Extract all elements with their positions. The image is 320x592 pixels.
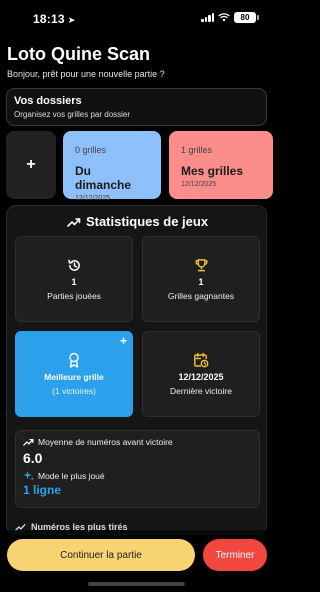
plus-icon[interactable]: +	[120, 334, 127, 348]
signal-icon	[201, 13, 214, 22]
trending-up-icon	[23, 439, 34, 446]
stats-panel: Statistiques de jeux 1 Parties jouées 1 …	[6, 205, 267, 535]
games-played-label: Parties jouées	[47, 291, 101, 301]
status-time-text: 18:13	[33, 12, 65, 26]
games-played-value: 1	[71, 277, 77, 287]
wifi-icon	[218, 13, 230, 22]
trending-up-icon	[67, 217, 81, 227]
winning-grids-value: 1	[198, 277, 204, 287]
end-game-button[interactable]: Terminer	[203, 539, 267, 571]
last-victory-label: Dernière victoire	[170, 386, 232, 396]
best-grid-card[interactable]: + Meilleure grille (1 victoires)	[15, 331, 133, 417]
battery-icon: 80	[234, 12, 259, 23]
folder-name: Du dimanche	[75, 164, 132, 192]
status-time: 18:13 ➤	[33, 12, 75, 26]
plus-icon: +	[26, 156, 36, 173]
last-victory-date: 12/12/2025	[178, 372, 224, 382]
status-bar: 18:13 ➤ 80	[0, 0, 273, 38]
folder-row: + 0 grilles Du dimanche 12/12/2025 1 gri…	[6, 131, 273, 202]
games-played-card: 1 Parties jouées	[15, 236, 133, 322]
status-icons: 80	[201, 12, 259, 23]
folder-date: 12/12/2025	[181, 181, 217, 188]
stats-title: Statistiques de jeux	[85, 214, 209, 229]
continue-game-button[interactable]: Continuer la partie	[7, 539, 195, 571]
battery-level: 80	[240, 13, 250, 22]
folders-title: Vos dossiers	[14, 95, 82, 107]
folders-header-card[interactable]: Vos dossiers Organisez vos grilles par d…	[6, 88, 267, 126]
best-grid-victories: (1 victoires)	[52, 386, 96, 396]
folder-card[interactable]: 1 grilles Mes grilles 12/12/2025	[169, 131, 273, 199]
location-arrow-icon: ➤	[67, 15, 76, 25]
folders-subtitle: Organisez vos grilles par dossier	[14, 110, 131, 119]
history-icon	[67, 259, 80, 271]
award-icon	[69, 352, 79, 368]
home-indicator	[88, 582, 185, 586]
folder-card[interactable]: 0 grilles Du dimanche 12/12/2025	[63, 131, 161, 202]
mode-row: Mode le plus joué	[23, 470, 252, 481]
folder-count: 0 grilles	[75, 145, 107, 155]
winning-grids-label: Grilles gagnantes	[167, 291, 235, 301]
best-grid-title: Meilleure grille	[44, 372, 104, 382]
add-folder-button[interactable]: +	[6, 131, 56, 199]
last-victory-card: 12/12/2025 Dernière victoire	[142, 331, 260, 417]
average-card: Moyenne de numéros avant victoire 6.0 Mo…	[15, 430, 260, 508]
page-subtitle: Bonjour, prêt pour une nouvelle partie ?	[7, 69, 165, 79]
average-row: Moyenne de numéros avant victoire	[23, 437, 252, 447]
winning-grids-card: 1 Grilles gagnantes	[142, 236, 260, 322]
average-label: Moyenne de numéros avant victoire	[38, 437, 173, 447]
folder-count: 1 grilles	[181, 145, 213, 155]
trophy-icon	[195, 258, 207, 271]
mode-value: 1 ligne	[23, 483, 62, 497]
folder-name: Mes grilles	[181, 164, 244, 178]
mode-label: Mode le plus joué	[38, 470, 105, 481]
average-value: 6.0	[23, 450, 43, 466]
calendar-clock-icon	[194, 352, 209, 368]
sparkles-icon	[23, 470, 34, 481]
folder-date: 12/12/2025	[75, 195, 111, 202]
stats-header: Statistiques de jeux	[7, 214, 266, 229]
page-title: Loto Quine Scan	[7, 44, 151, 64]
